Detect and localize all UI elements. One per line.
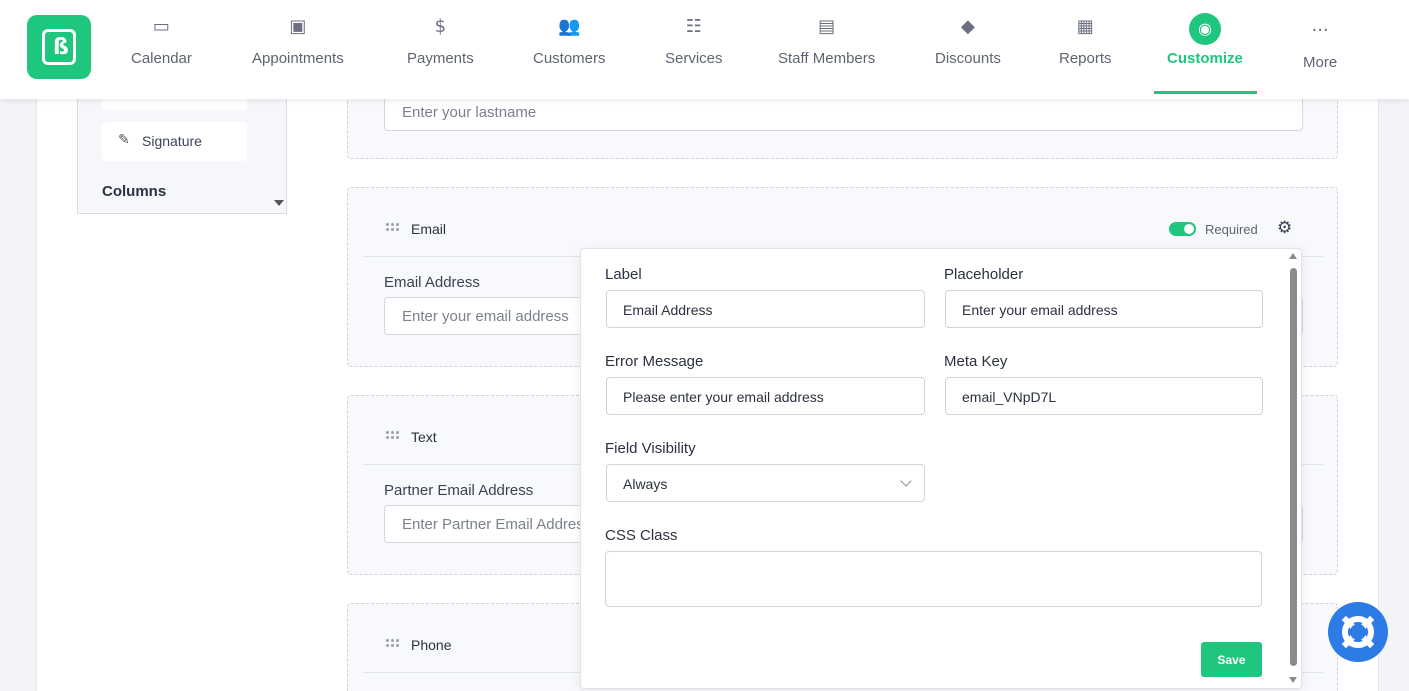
palette-icon: ◉: [1188, 13, 1221, 45]
save-button[interactable]: Save: [1201, 642, 1262, 677]
nav-label: Services: [665, 50, 723, 67]
top-navigation: ß ▭ Calendar ▣ Appointments $ Payments 👥…: [0, 0, 1409, 99]
required-label: Required: [1205, 222, 1258, 237]
placeholder-field-label: Placeholder: [944, 266, 1024, 283]
report-icon: ▦: [1076, 16, 1094, 37]
field-label: Email Address: [384, 274, 480, 291]
field-visibility-select[interactable]: Always: [606, 464, 925, 502]
field-visibility-label: Field Visibility: [605, 440, 696, 457]
scroll-down-icon[interactable]: [274, 200, 284, 206]
tag-icon: ◆: [961, 16, 975, 37]
nav-label: Staff Members: [778, 50, 876, 67]
calendar-check-icon: ▣: [289, 16, 307, 37]
nav-customize[interactable]: ◉ Customize: [1167, 13, 1243, 67]
nav-appointments[interactable]: ▣ Appointments: [252, 16, 344, 67]
dollar-icon: $: [434, 16, 447, 37]
nav-calendar[interactable]: ▭ Calendar: [131, 16, 192, 67]
nav-label: Calendar: [131, 50, 192, 67]
field-type-label: Email: [411, 221, 447, 237]
nav-more[interactable]: ··· More: [1303, 20, 1337, 71]
palette-section-heading: Columns: [102, 183, 167, 200]
meta-key-label: Meta Key: [944, 353, 1008, 370]
nav-label: Customize: [1167, 50, 1243, 67]
users-icon: 👥: [558, 16, 581, 37]
palette-item-signature[interactable]: ✎ Signature: [102, 122, 247, 161]
nav-services[interactable]: ☷ Services: [665, 16, 723, 67]
required-toggle[interactable]: [1169, 222, 1196, 236]
palette-scrollbar[interactable]: [271, 86, 285, 213]
app-logo[interactable]: ß: [27, 15, 91, 79]
label-input[interactable]: Email Address: [606, 290, 925, 328]
label-field-label: Label: [605, 266, 642, 283]
error-message-input[interactable]: Please enter your email address: [606, 377, 925, 415]
active-tab-indicator: [1154, 91, 1257, 94]
palette-item-label: Signature: [142, 133, 202, 149]
id-badge-icon: ▤: [818, 16, 836, 37]
logo-mark-icon: ß: [42, 29, 76, 65]
css-class-label: CSS Class: [605, 527, 678, 544]
nav-label: Appointments: [252, 50, 344, 67]
drag-handle-icon[interactable]: [386, 431, 400, 439]
nav-label: Reports: [1059, 50, 1112, 67]
nav-label: Discounts: [935, 50, 1001, 67]
field-type-label: Text: [411, 429, 437, 445]
field-palette: ✎ Signature Columns: [77, 86, 287, 214]
gear-icon[interactable]: ⚙: [1277, 218, 1292, 238]
scroll-up-icon[interactable]: [1289, 253, 1297, 259]
drag-handle-icon[interactable]: [386, 223, 400, 231]
lifebuoy-core: [1350, 624, 1366, 640]
nav-discounts[interactable]: ◆ Discounts: [935, 16, 1001, 67]
field-type-label: Phone: [411, 637, 452, 653]
nav-reports[interactable]: ▦ Reports: [1059, 16, 1112, 67]
field-settings-popover: Label Email Address Placeholder Enter yo…: [580, 248, 1302, 689]
nav-label: Payments: [407, 50, 474, 67]
nav-payments[interactable]: $ Payments: [407, 16, 474, 67]
error-message-label: Error Message: [605, 353, 704, 370]
help-button[interactable]: [1328, 602, 1388, 662]
nav-label: Customers: [533, 50, 606, 67]
popover-scrollbar-thumb[interactable]: [1290, 268, 1297, 666]
nav-staff-members[interactable]: ▤ Staff Members: [778, 16, 875, 67]
list-icon: ☷: [685, 16, 702, 37]
meta-key-input[interactable]: email_VNpD7L: [945, 377, 1263, 415]
nav-label: More: [1303, 54, 1338, 71]
drag-handle-icon[interactable]: [386, 639, 400, 647]
nav-customers[interactable]: 👥 Customers: [533, 16, 606, 67]
placeholder-input[interactable]: Enter your email address: [945, 290, 1263, 328]
pen-icon: ✎: [118, 132, 130, 148]
field-label: Partner Email Address: [384, 482, 534, 499]
css-class-textarea[interactable]: [605, 551, 1262, 607]
more-icon: ···: [1311, 20, 1329, 41]
calendar-icon: ▭: [152, 16, 170, 37]
scroll-down-icon[interactable]: [1289, 677, 1297, 683]
